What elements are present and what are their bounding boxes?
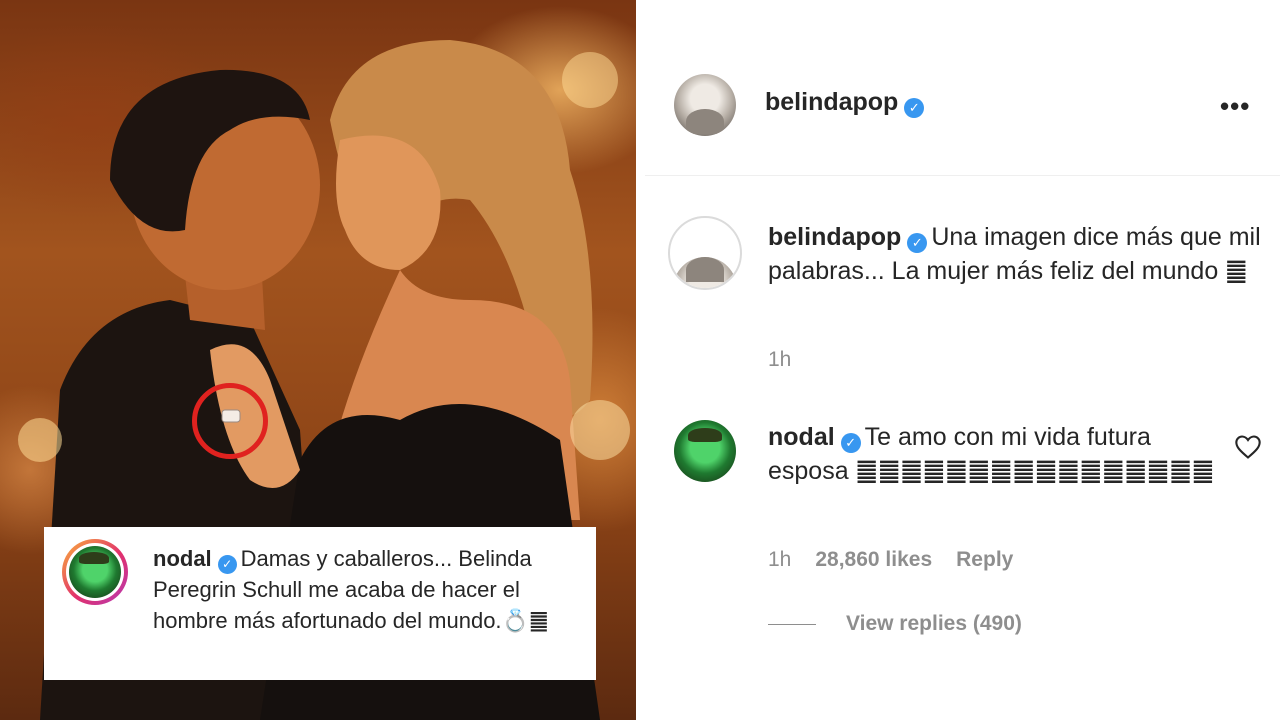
verified-badge-icon: ✓	[904, 98, 925, 118]
verified-badge-icon: ✓	[217, 555, 237, 574]
ring-highlight-circle	[192, 383, 268, 459]
verified-badge-icon: ✓	[907, 233, 928, 253]
view-replies-label[interactable]: View replies (490)	[846, 612, 1022, 636]
comment-timestamp: 1h	[768, 548, 792, 571]
verified-badge-icon: ✓	[840, 433, 861, 453]
nodal-story-avatar[interactable]	[62, 539, 128, 605]
header-divider	[645, 175, 1280, 176]
reply-button[interactable]: Reply	[956, 548, 1013, 572]
overlay-comment-card: nodal ✓ Damas y caballeros... Belinda Pere…	[44, 527, 596, 680]
view-replies[interactable]: View replies (490)	[768, 612, 1022, 636]
overlay-comment-text: nodal ✓ Damas y caballeros... Belinda Pere…	[153, 543, 573, 636]
comment: nodal ✓ Te amo con mi vida futura esposa ䷀…	[768, 420, 1228, 488]
caption-timestamp: 1h	[768, 348, 792, 371]
comment-meta: 1h 28,860 likes Reply	[768, 548, 1013, 572]
post-caption: belindapop ✓ Una imagen dice más que mil p…	[768, 220, 1268, 288]
more-horizontal-icon[interactable]: •••	[1220, 93, 1254, 119]
caption-avatar[interactable]	[668, 216, 742, 290]
comment-avatar[interactable]	[674, 420, 736, 482]
overlay-username[interactable]: nodal	[153, 546, 212, 571]
replies-line	[768, 623, 816, 625]
overlay-comment-body: Damas y caballeros... Belinda Peregrin S…	[153, 546, 549, 633]
post-photo[interactable]: nodal ✓ Damas y caballeros... Belinda Pere…	[0, 0, 636, 720]
caption-username[interactable]: belindapop	[768, 223, 901, 251]
header-avatar[interactable]	[674, 74, 736, 136]
comment-username[interactable]: nodal	[768, 423, 835, 451]
header-username[interactable]: belindapop ✓	[765, 88, 928, 118]
comment-likes[interactable]: 28,860 likes	[815, 548, 932, 572]
heart-icon[interactable]	[1234, 433, 1262, 461]
